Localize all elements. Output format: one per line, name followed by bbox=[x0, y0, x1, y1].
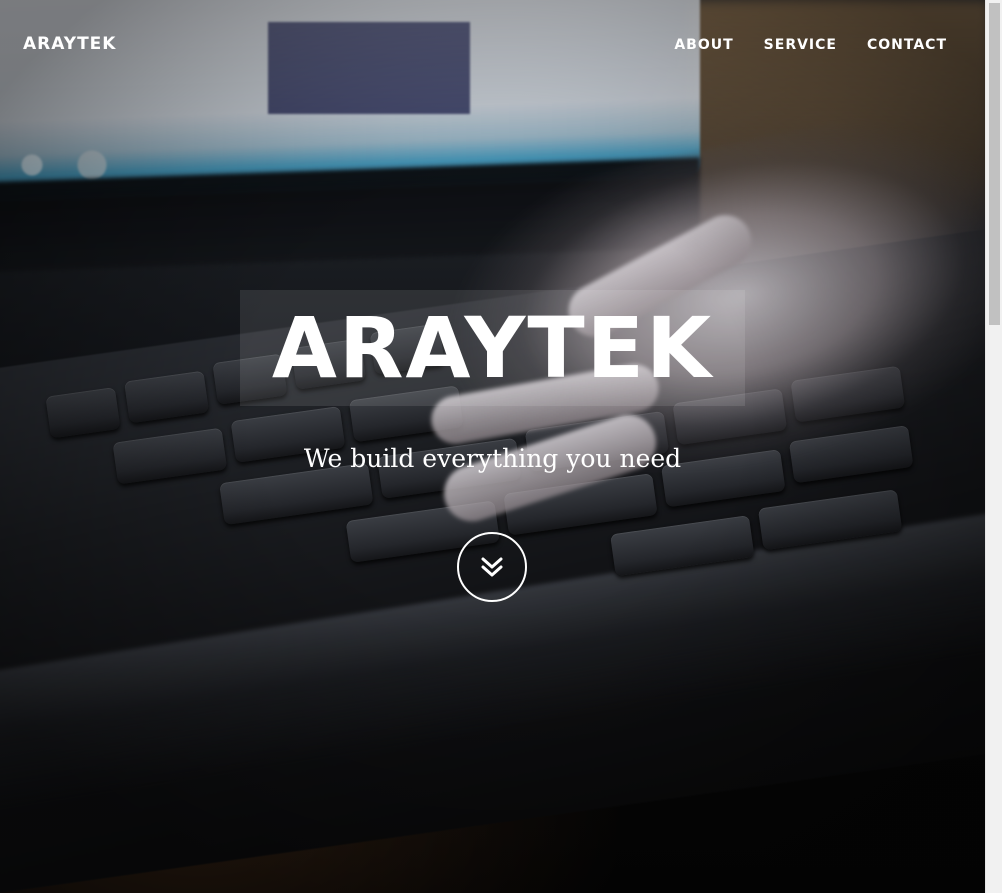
top-navbar: ARAYTEK ABOUT SERVICE CONTACT bbox=[0, 0, 985, 90]
scrollbar-thumb[interactable] bbox=[989, 3, 1000, 325]
nav-menu: ABOUT SERVICE CONTACT bbox=[674, 37, 947, 53]
page: ARAYTEK ABOUT SERVICE CONTACT ARAYTEK We… bbox=[0, 0, 1002, 893]
nav-link-contact[interactable]: CONTACT bbox=[867, 37, 947, 53]
nav-link-service[interactable]: SERVICE bbox=[764, 37, 837, 53]
brand-logo-link[interactable]: ARAYTEK bbox=[23, 34, 116, 54]
chevron-double-down-icon bbox=[479, 554, 505, 580]
scroll-down-button[interactable] bbox=[457, 532, 527, 602]
hero-title-box: ARAYTEK bbox=[240, 290, 745, 406]
nav-link-about[interactable]: ABOUT bbox=[674, 37, 733, 53]
page-scrollbar[interactable] bbox=[985, 0, 1002, 893]
hero-subtitle: We build everything you need bbox=[303, 444, 682, 473]
hero-title: ARAYTEK bbox=[271, 299, 714, 397]
